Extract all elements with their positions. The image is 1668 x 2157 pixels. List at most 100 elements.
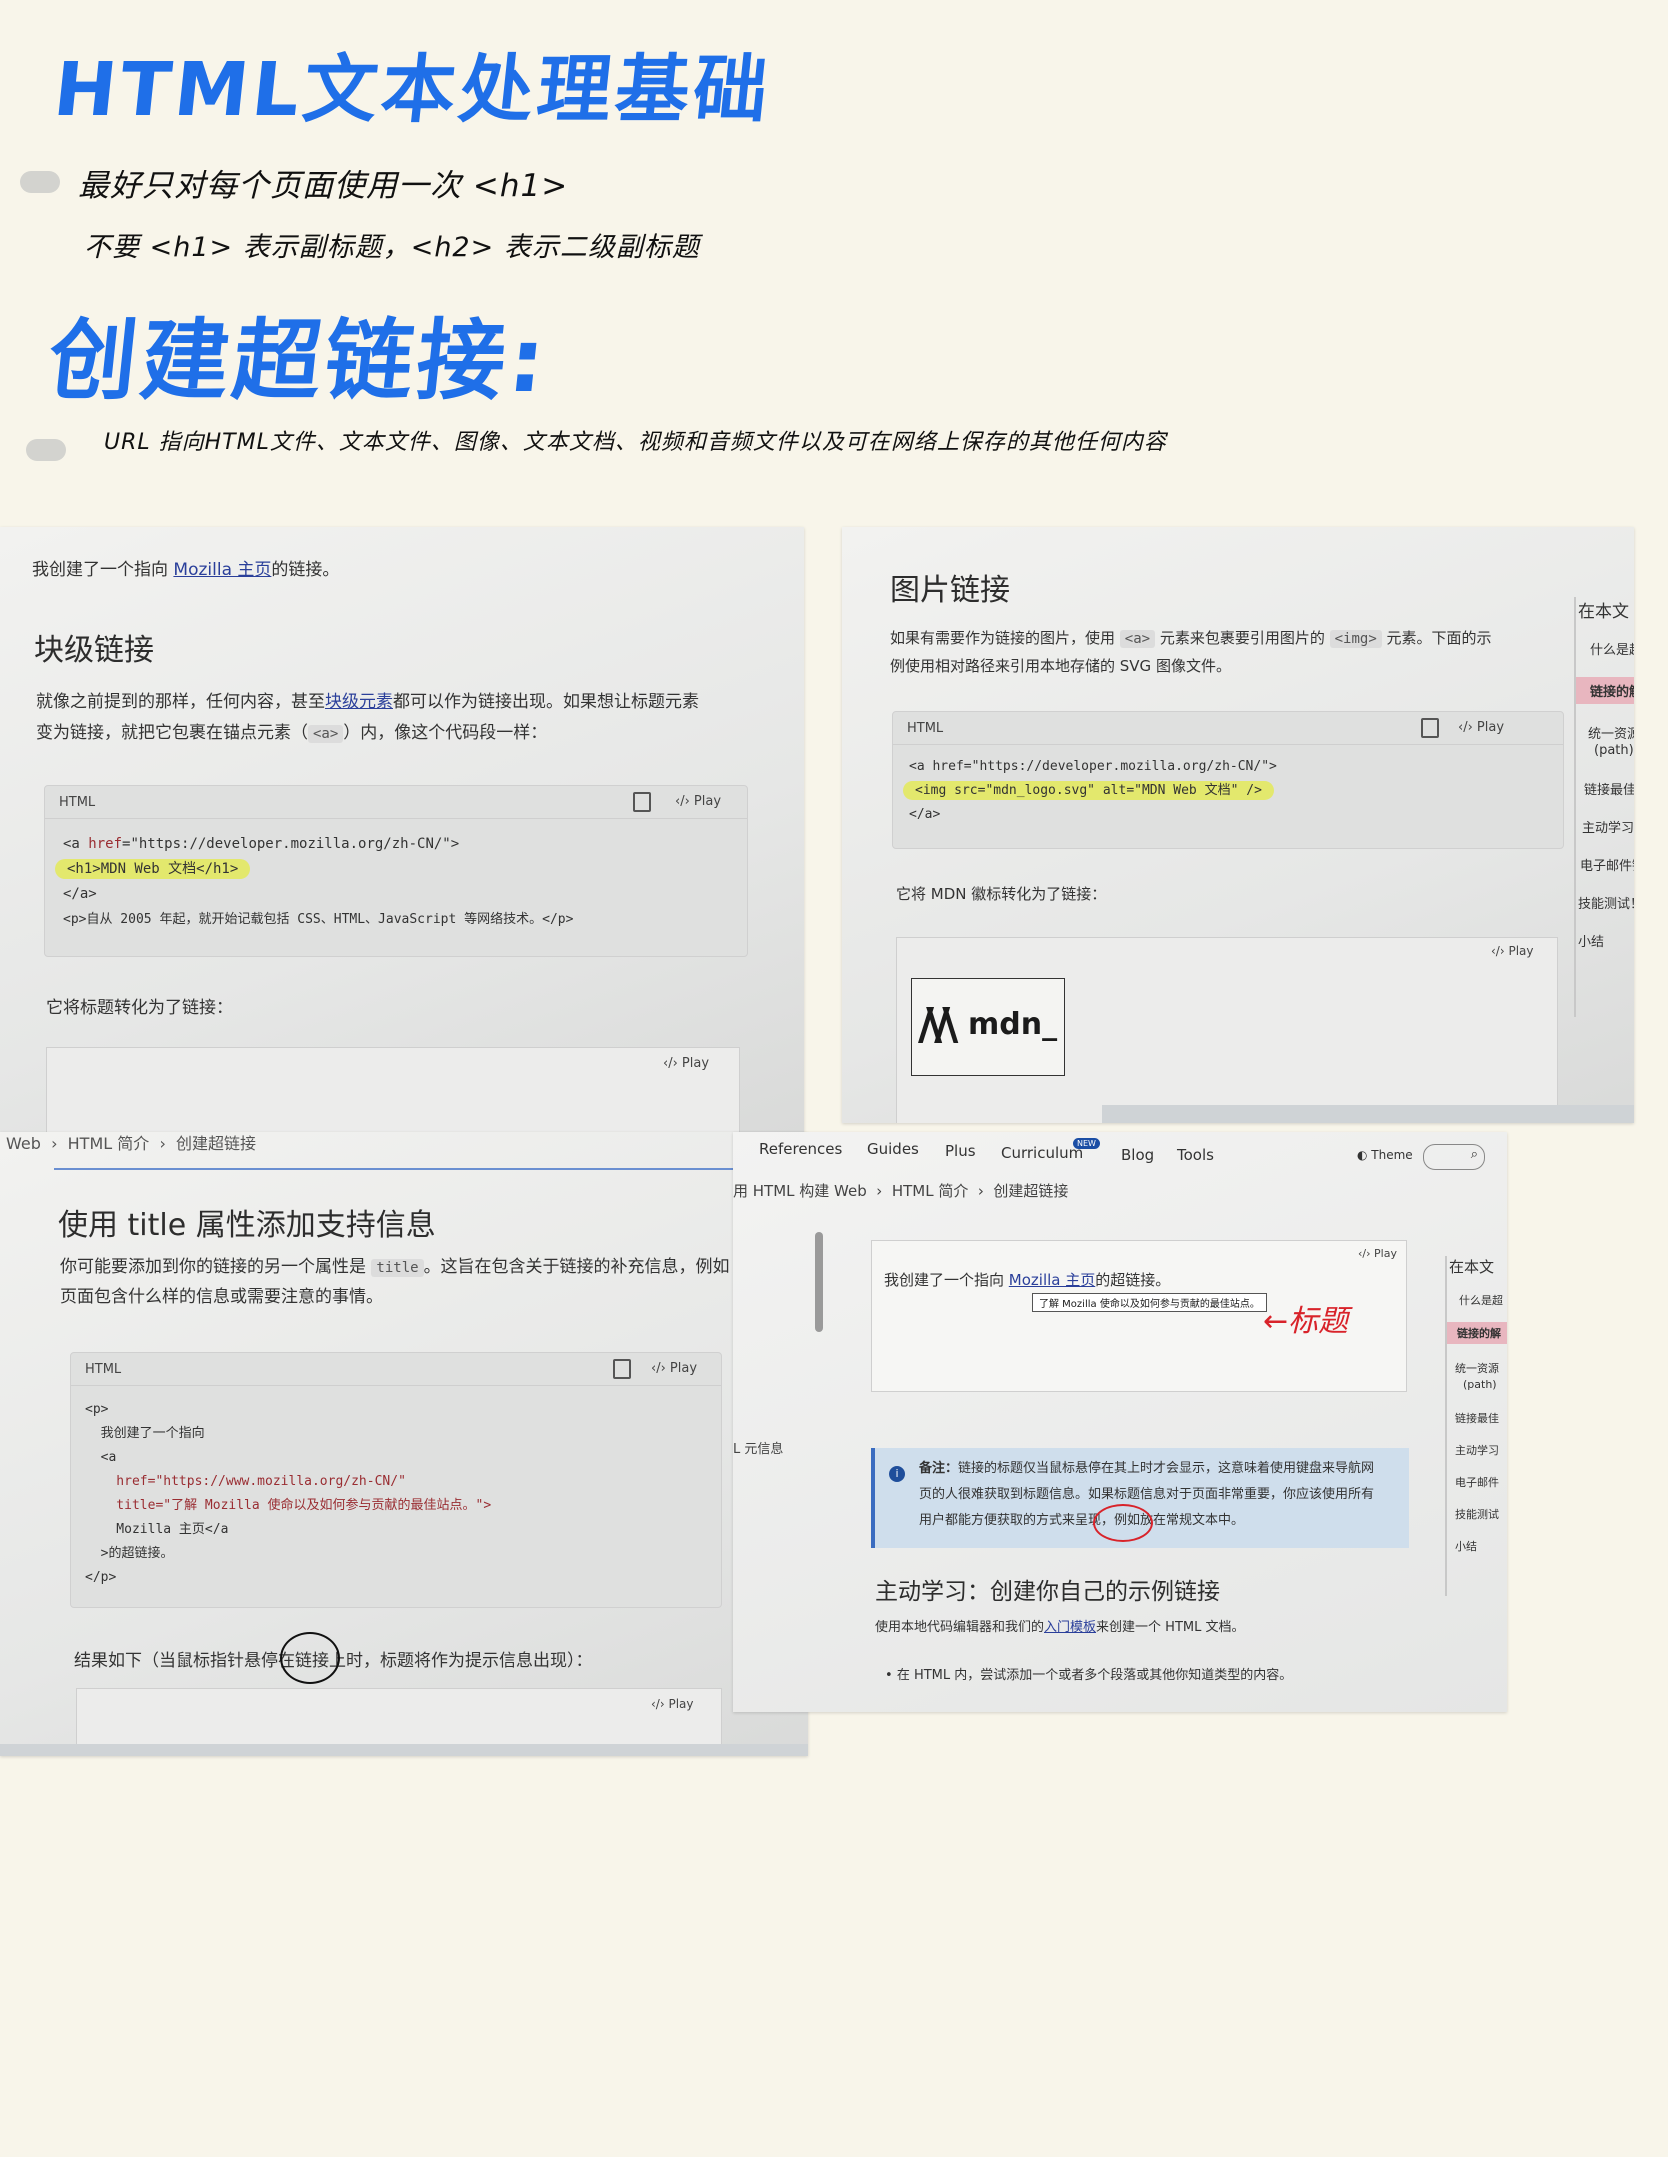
code-language-label: HTML: [907, 721, 944, 736]
toc-item[interactable]: 主动学习: [1455, 1442, 1499, 1458]
code-language-label: HTML: [85, 1362, 122, 1377]
code-line: <a href="https://developer.mozilla.org/z…: [909, 759, 1277, 774]
breadcrumb: Web › HTML 简介 › 创建超链接: [6, 1134, 257, 1153]
code-line: 我创建了一个指向: [85, 1426, 205, 1441]
image-links-heading: 图片链接: [890, 573, 1010, 608]
toc-item[interactable]: 技能测试: [1455, 1506, 1499, 1522]
code-line: </a>: [63, 886, 97, 902]
toc-item[interactable]: 什么是超: [1590, 639, 1634, 658]
mozilla-home-link[interactable]: Mozilla 主页: [173, 560, 271, 580]
toc-item-active[interactable]: 链接的解: [1576, 677, 1634, 704]
toc-item[interactable]: 统一资源: [1588, 723, 1634, 742]
toc-item[interactable]: 技能测试！: [1578, 893, 1634, 912]
photo-title-result: References Guides Plus Curriculum NEW Bl…: [733, 1132, 1507, 1712]
circle-annotation: [280, 1632, 340, 1684]
nav-tools[interactable]: Tools: [1177, 1146, 1214, 1164]
photo-image-links: 图片链接 如果有需要作为链接的图片，使用 <a> 元素来包裹要引用图片的 <im…: [842, 527, 1634, 1123]
play-button[interactable]: ‹/› Play: [1491, 944, 1534, 958]
active-learning-heading: 主动学习：创建你自己的示例链接: [875, 1579, 1220, 1605]
toc-item[interactable]: 链接最佳: [1455, 1410, 1499, 1426]
title-attribute-para1: 你可能要添加到你的链接的另一个属性是 title 。这旨在包含关于链接的补充信息，…: [60, 1257, 730, 1277]
mdn-logo[interactable]: /\/\ mdn_: [911, 978, 1065, 1076]
code-line: title="了解 Mozilla 使命以及如何参与贡献的最佳站点。">: [85, 1498, 492, 1513]
divider: [54, 1168, 734, 1170]
theme-button[interactable]: ◐ Theme: [1357, 1148, 1413, 1162]
photo-block-links: 我创建了一个指向 Mozilla 主页的链接。 块级链接 就像之前提到的那样，任…: [0, 527, 804, 1132]
toc-item[interactable]: 小结: [1455, 1538, 1477, 1554]
annotation-title-label: ←标题: [1263, 1304, 1349, 1339]
copy-icon[interactable]: [633, 792, 651, 812]
scrollbar[interactable]: [815, 1232, 823, 1332]
code-line: </a>: [909, 807, 941, 822]
block-links-para1: 就像之前提到的那样，任何内容，甚至块级元素都可以作为链接出现。如果想让标题元素: [36, 692, 699, 712]
code-line: <a href="https://developer.mozilla.org/z…: [63, 836, 460, 852]
code-toolbar: HTML ‹/› Play: [45, 786, 747, 819]
toc-item[interactable]: 电子邮件链: [1580, 855, 1634, 874]
toc-item[interactable]: 什么是超: [1459, 1292, 1503, 1308]
toc-item[interactable]: 电子邮件: [1455, 1474, 1499, 1490]
bullet-marker: [20, 171, 60, 193]
toc-item[interactable]: 小结: [1578, 931, 1604, 950]
circle-annotation: [1093, 1504, 1153, 1542]
title-attribute-heading: 使用 title 属性添加支持信息: [58, 1208, 436, 1243]
result-caption: 它将 MDN 徽标转化为了链接：: [896, 885, 1107, 903]
nav-blog[interactable]: Blog: [1121, 1146, 1154, 1164]
notes-title: HTML文本处理基础: [49, 47, 777, 133]
block-links-heading: 块级链接: [34, 633, 154, 668]
code-toolbar: HTML ‹/› Play: [893, 712, 1563, 745]
toc-item[interactable]: 链接最佳: [1584, 779, 1634, 798]
block-element-link[interactable]: 块级元素: [325, 692, 393, 712]
photo-title-attribute: Web › HTML 简介 › 创建超链接 使用 title 属性添加支持信息 …: [0, 1132, 808, 1756]
starter-template-link[interactable]: 入门模板: [1044, 1620, 1096, 1635]
breadcrumb: 用 HTML 构建 Web › HTML 简介 › 创建超链接: [733, 1182, 1069, 1200]
block-links-para2: 变为链接，就把它包裹在锚点元素（ <a> ）内，像这个代码段一样：: [36, 723, 548, 743]
table-of-contents: 在本文 什么是超 链接的解 统一资源 (path) 链接最佳 主动学习 电子邮件…: [1445, 1256, 1507, 1596]
result-frame: ‹/› Play: [46, 1047, 740, 1132]
toc-item[interactable]: 主动学习：: [1582, 817, 1634, 836]
play-button[interactable]: ‹/› Play: [651, 1697, 694, 1711]
play-button[interactable]: ‹/› Play: [1458, 720, 1504, 735]
search-input[interactable]: ⌕: [1423, 1144, 1485, 1170]
taskbar: [1102, 1105, 1634, 1123]
code-line: <p>自从 2005 年起，就开始记载包括 CSS、HTML、JavaScrip…: [63, 912, 574, 927]
mozilla-home-link[interactable]: Mozilla 主页: [1009, 1271, 1095, 1289]
top-nav: References Guides Plus Curriculum NEW Bl…: [733, 1132, 1507, 1170]
code-example: HTML ‹/› Play <a href="https://developer…: [44, 785, 748, 957]
play-button[interactable]: ‹/› Play: [663, 1056, 709, 1071]
image-links-para2: 例使用相对路径来引用本地存储的 SVG 图像文件。: [890, 657, 1231, 675]
mdn-m-icon: /\/\: [918, 999, 958, 1050]
code-line-highlighted: <h1>MDN Web 文档</h1>: [55, 857, 251, 882]
active-learning-para: 使用本地代码编辑器和我们的入门模板来创建一个 HTML 文档。: [875, 1620, 1245, 1635]
info-icon: i: [889, 1466, 905, 1482]
note-line2: 页的人很难获取到标题信息。如果标题信息对于页面非常重要，你应该使用所有: [919, 1487, 1375, 1502]
code-toolbar: HTML ‹/› Play: [71, 1353, 721, 1386]
demo-text: 我创建了一个指向 Mozilla 主页的超链接。: [884, 1271, 1171, 1289]
copy-icon[interactable]: [613, 1359, 631, 1379]
note-bullet1-line2: 不要 <h1> 表示副标题，<h2> 表示二级副标题: [84, 232, 700, 263]
nav-guides[interactable]: Guides: [867, 1140, 919, 1158]
code-line: <a: [85, 1450, 117, 1465]
code-line: >的超链接。: [85, 1546, 174, 1561]
note-line1: 备注：链接的标题仅当鼠标悬停在其上时才会显示，这意味着使用键盘来导航网: [919, 1461, 1375, 1476]
tooltip: 了解 Mozilla 使命以及如何参与贡献的最佳站点。: [1032, 1293, 1267, 1312]
play-button[interactable]: ‹/› Play: [1358, 1247, 1397, 1260]
note-bullet2: URL 指向HTML文件、文本文件、图像、文本文档、视频和音频文件以及可在网络上…: [104, 430, 1167, 455]
code-line: Mozilla 主页</a: [85, 1522, 229, 1537]
nav-plus[interactable]: Plus: [945, 1142, 976, 1160]
nav-curriculum[interactable]: Curriculum: [1001, 1144, 1083, 1162]
new-badge: NEW: [1073, 1138, 1100, 1149]
result-frame: ‹/› Play /\/\ mdn_: [896, 937, 1558, 1123]
title-attribute-para2: 页面包含什么样的信息或需要注意的事情。: [60, 1287, 383, 1307]
code-example: HTML ‹/› Play <p> 我创建了一个指向 <a href="http…: [70, 1352, 722, 1608]
toc-item-active[interactable]: 链接的解: [1447, 1322, 1507, 1344]
list-item: • 在 HTML 内，尝试添加一个或者多个段落或其他你知道类型的内容。: [885, 1668, 1293, 1683]
toc-item: (path): [1594, 743, 1634, 758]
play-button[interactable]: ‹/› Play: [675, 794, 721, 809]
note-bullet1-line1: 最好只对每个页面使用一次 <h1>: [78, 168, 569, 204]
play-button[interactable]: ‹/› Play: [651, 1361, 697, 1376]
result-caption: 它将标题转化为了链接：: [46, 998, 233, 1018]
nav-references[interactable]: References: [759, 1140, 842, 1158]
copy-icon[interactable]: [1421, 718, 1439, 738]
toc-item: (path): [1463, 1378, 1497, 1391]
toc-item[interactable]: 统一资源: [1455, 1360, 1499, 1376]
